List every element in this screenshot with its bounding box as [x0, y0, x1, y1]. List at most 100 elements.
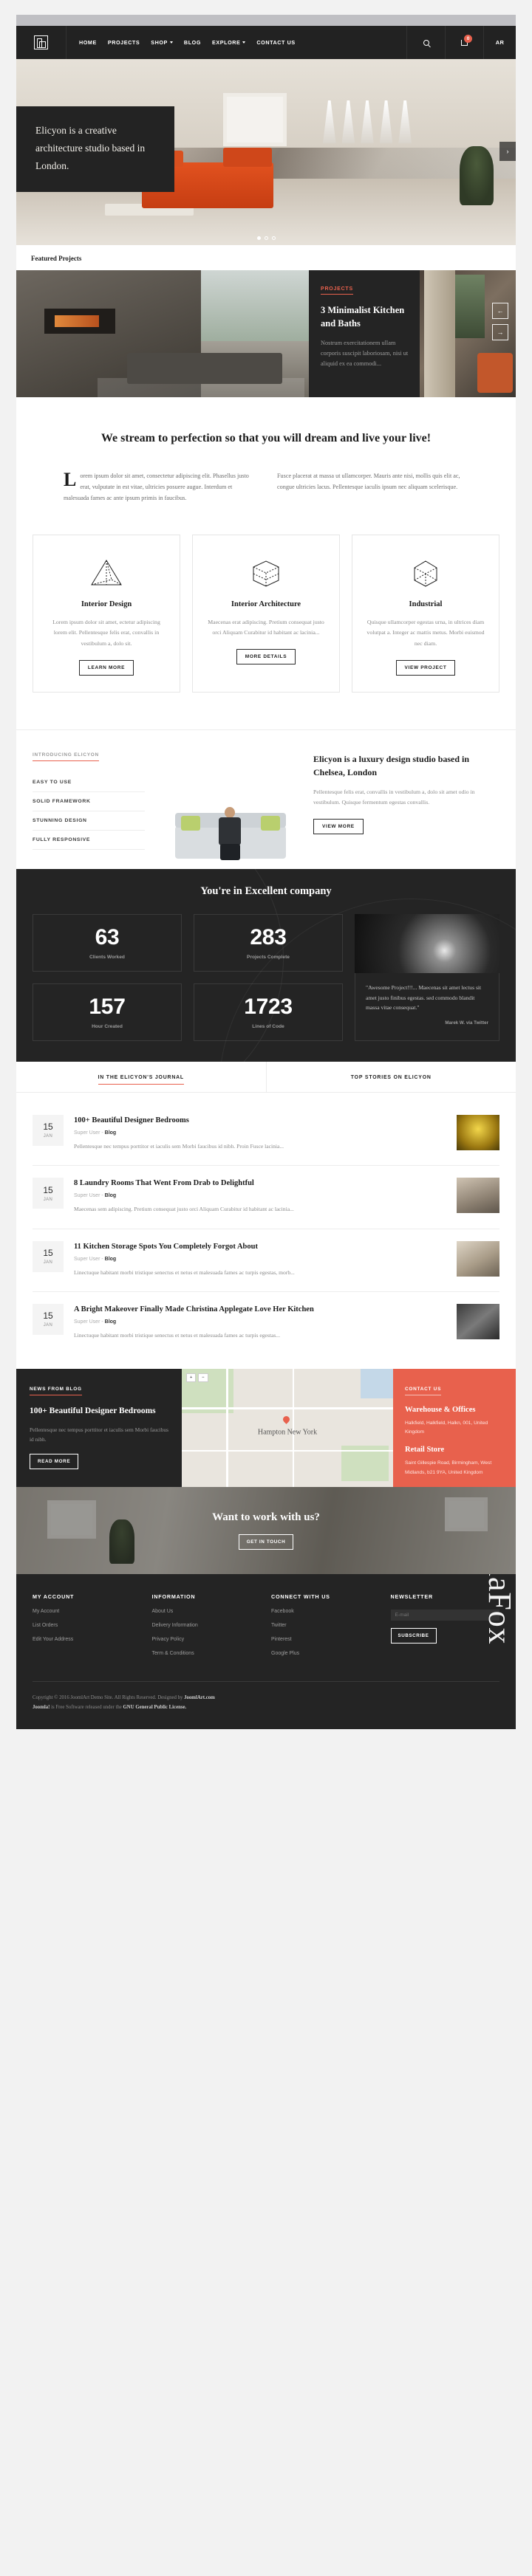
footer-link[interactable]: Term & Conditions [152, 1651, 262, 1656]
footer-link[interactable]: Delivery Information [152, 1623, 262, 1628]
intro-column-2: Fusce placerat at massa ut ullamcorper. … [277, 472, 460, 490]
hero-next-button[interactable]: › [499, 142, 516, 161]
post-month: JAN [43, 1197, 53, 1202]
map-zoom-out-button[interactable]: − [198, 1373, 208, 1383]
stat-value: 63 [95, 925, 120, 950]
service-button[interactable]: LEARN MORE [78, 659, 134, 676]
list-item[interactable]: 15 JAN A Bright Makeover Finally Made Ch… [33, 1292, 499, 1354]
site-logo[interactable] [16, 26, 66, 59]
footer-link[interactable]: About Us [152, 1609, 262, 1614]
joomlafox-watermark: JoomlaFox [341, 1574, 516, 1645]
map-zoom-in-button[interactable]: + [186, 1373, 197, 1383]
footer-link[interactable]: My Account [33, 1609, 142, 1614]
featured-large-image[interactable] [16, 270, 309, 397]
post-excerpt: Maecenas sem adipiscing. Pretium consequ… [74, 1206, 294, 1213]
nav-item-explore[interactable]: EXPLORE [212, 39, 246, 46]
nav-label: SHOP [151, 39, 168, 46]
footer-link[interactable]: Pinterest [271, 1637, 381, 1642]
post-thumbnail[interactable] [457, 1240, 499, 1277]
service-button[interactable]: MORE DETAILS [236, 649, 296, 665]
nav-label: BLOG [183, 39, 201, 46]
polygon-icon [366, 554, 485, 593]
footer-link[interactable]: Facebook [271, 1609, 381, 1614]
tab-elicyons-journal[interactable]: IN THE ELICYON'S JOURNAL [16, 1061, 267, 1092]
footer-link[interactable]: Edit Your Address [33, 1637, 142, 1642]
news-title[interactable]: 100+ Beautiful Designer Bedrooms [30, 1405, 168, 1418]
cart-count-badge: 0 [464, 34, 472, 43]
featured-slider-controls: ← → [492, 303, 508, 340]
subscribe-button[interactable]: SUBSCRIBE [390, 1628, 437, 1644]
about-button[interactable]: VIEW MORE [313, 818, 364, 834]
stat-lines-of-code: 1723 Lines of Code [194, 983, 343, 1041]
chevron-right-icon: › [506, 148, 509, 155]
post-title[interactable]: A Bright Makeover Finally Made Christina… [74, 1304, 446, 1315]
tab-top-stories[interactable]: TOP STORIES ON ELICYON [267, 1062, 516, 1092]
about-feature-item: FULLY RESPONSIVE [33, 831, 145, 850]
service-card-interior-design[interactable]: Interior Design Lorem ipsum dolor sit am… [33, 535, 180, 693]
service-card-interior-architecture[interactable]: Interior Architecture Maecenas erat adip… [192, 535, 340, 693]
list-item[interactable]: 15 JAN 100+ Beautiful Designer Bedrooms … [33, 1103, 499, 1167]
cta-section: Want to work with us? GET IN TOUCH [16, 1487, 516, 1575]
about-feature-list: INTRODUCING ELICYON EASY TO USE SOLID FR… [16, 730, 157, 869]
service-card-industrial[interactable]: Industrial Quisque ullamcorper egestas u… [352, 535, 499, 693]
read-more-button[interactable]: READ MORE [30, 1454, 79, 1470]
post-thumbnail[interactable] [457, 1114, 499, 1150]
list-item[interactable]: 15 JAN 11 Kitchen Storage Spots You Comp… [33, 1229, 499, 1292]
language-switcher[interactable]: AR [483, 26, 516, 59]
post-month: JAN [43, 1134, 53, 1139]
service-button[interactable]: VIEW PROJECT [395, 659, 456, 676]
post-author: Super User [74, 1256, 100, 1262]
featured-category: PROJECTS [321, 286, 353, 295]
nav-item-blog[interactable]: BLOG [184, 39, 201, 46]
footer-legal: Copyright © 2016 JoomlArt Demo Site. All… [33, 1682, 499, 1729]
post-thumbnail[interactable] [457, 1303, 499, 1339]
post-thumbnail[interactable] [457, 1178, 499, 1214]
joomlart-link[interactable]: JoomlArt.com [184, 1695, 215, 1700]
get-in-touch-button[interactable]: GET IN TOUCH [238, 1534, 294, 1550]
hero-pagination[interactable] [16, 236, 516, 240]
featured-prev-button[interactable]: ← [492, 303, 508, 319]
stats-column-1: 63 Clients Worked 157 Hour Created [33, 913, 182, 1041]
post-category[interactable]: Blog [105, 1130, 117, 1136]
footer-column-my-account: MY ACCOUNT My Account List Orders Edit Y… [33, 1593, 142, 1656]
services-section: Interior Design Lorem ipsum dolor sit am… [16, 504, 516, 729]
hero-dot[interactable] [256, 236, 261, 240]
footer-column-title: MY ACCOUNT [33, 1593, 75, 1601]
featured-next-button[interactable]: → [492, 324, 508, 340]
stats-section: You're in Excellent company 63 Clients W… [16, 868, 516, 1062]
hero-dot[interactable] [271, 236, 276, 240]
blog-post-list: 15 JAN 100+ Beautiful Designer Bedrooms … [16, 1093, 516, 1369]
about-feature-item: EASY TO USE [33, 773, 145, 792]
hero-dot[interactable] [264, 236, 268, 240]
chevron-down-icon [169, 41, 173, 44]
contact-store-address: Saint Gillespie Road, Birmingham, West M… [405, 1460, 492, 1475]
site-footer: JoomlaFox MY ACCOUNT My Account List Ord… [16, 1574, 516, 1729]
intro-heading: We stream to perfection so that you will… [100, 432, 432, 444]
post-title[interactable]: 100+ Beautiful Designer Bedrooms [74, 1115, 446, 1126]
post-title[interactable]: 8 Laundry Rooms That Went From Drab to D… [74, 1178, 446, 1189]
cart-button[interactable]: 0 [445, 26, 483, 59]
footer-link[interactable]: Twitter [271, 1623, 381, 1628]
post-category[interactable]: Blog [105, 1319, 117, 1325]
post-date: 15 JAN [33, 1240, 64, 1272]
footer-link[interactable]: Privacy Policy [152, 1637, 262, 1642]
page-root: HOME PROJECTS SHOP BLOG EXPLORE CONTACT … [16, 15, 516, 1729]
footer-link[interactable]: Google Plus [271, 1651, 381, 1656]
post-title[interactable]: 11 Kitchen Storage Spots You Completely … [74, 1241, 446, 1252]
intro-dropcap: L [64, 468, 77, 490]
post-author: Super User [74, 1193, 100, 1199]
post-category[interactable]: Blog [105, 1193, 117, 1198]
license-text: is Free Software released under the [50, 1704, 123, 1710]
search-button[interactable] [406, 26, 445, 59]
list-item[interactable]: 15 JAN 8 Laundry Rooms That Went From Dr… [33, 1166, 499, 1229]
post-category[interactable]: Blog [105, 1257, 117, 1262]
map-widget[interactable]: Hampton New York + − [182, 1369, 393, 1488]
news-from-blog: NEWS FROM BLOG 100+ Beautiful Designer B… [16, 1369, 182, 1488]
nav-item-projects[interactable]: PROJECTS [108, 39, 140, 46]
nav-item-contact-us[interactable]: CONTACT US [256, 39, 295, 46]
nav-item-shop[interactable]: SHOP [151, 39, 173, 46]
footer-link[interactable]: List Orders [33, 1623, 142, 1628]
cta-heading: Want to work with us? [212, 1511, 320, 1524]
gpl-link[interactable]: GNU General Public License. [123, 1705, 187, 1710]
nav-item-home[interactable]: HOME [79, 39, 97, 46]
